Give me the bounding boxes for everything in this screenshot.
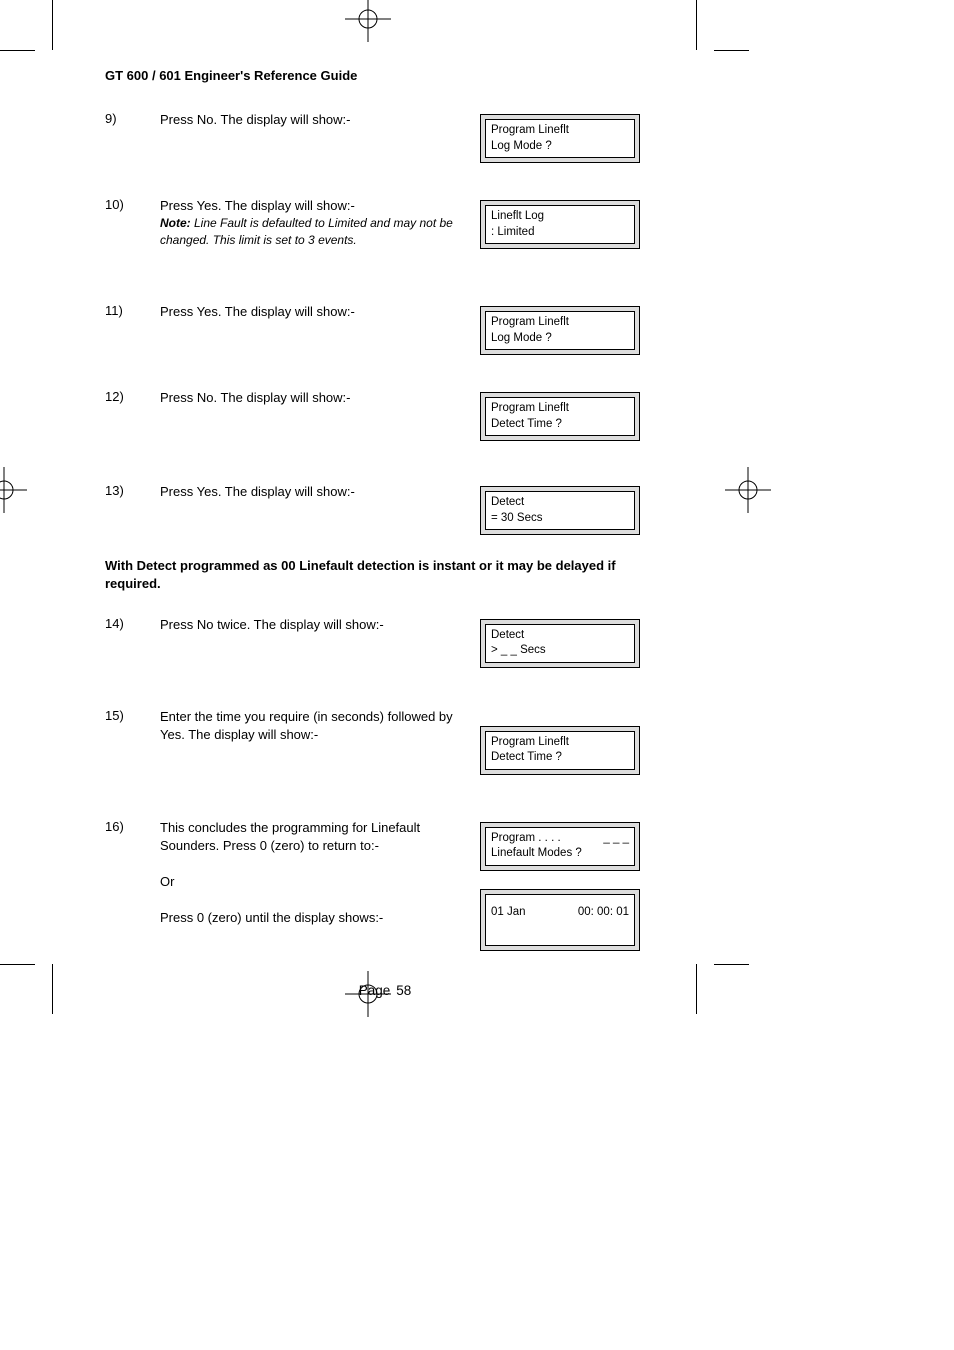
crop-mark bbox=[696, 964, 697, 1014]
lcd-inner: Detect > _ _ Secs bbox=[485, 624, 635, 663]
step-text: Enter the time you require (in seconds) … bbox=[160, 708, 480, 744]
lcd-line: Program Lineflt bbox=[491, 735, 629, 751]
lcd-line: Program . . . . _ _ _ bbox=[491, 831, 629, 847]
note-label: Note: bbox=[160, 216, 191, 230]
lcd-line: 01 Jan 00: 00: 01 bbox=[491, 905, 629, 921]
step-11: 11) Press Yes. The display will show:- P… bbox=[105, 303, 665, 355]
step-instruction-2: Press 0 (zero) until the display shows:- bbox=[160, 909, 480, 927]
page-number-value: 58 bbox=[396, 983, 411, 998]
document-title: GT 600 / 601 Engineer's Reference Guide bbox=[105, 68, 665, 83]
step-12: 12) Press No. The display will show:- Pr… bbox=[105, 389, 665, 441]
step-instruction: Press Yes. The display will show:- bbox=[160, 197, 480, 215]
step-text: Press Yes. The display will show:- Note:… bbox=[160, 197, 480, 249]
page-content: GT 600 / 601 Engineer's Reference Guide … bbox=[105, 68, 665, 998]
step-15: 15) Enter the time you require (in secon… bbox=[105, 708, 665, 775]
step-text: This concludes the programming for Linef… bbox=[160, 819, 480, 928]
step-note: Note: Line Fault is defaulted to Limited… bbox=[160, 215, 480, 249]
lcd-inner: Program . . . . _ _ _ Linefault Modes ? bbox=[485, 827, 635, 866]
lcd-line: Detect Time ? bbox=[491, 750, 629, 766]
mid-note: With Detect programmed as 00 Linefault d… bbox=[105, 557, 665, 593]
lcd-display: 01 Jan 00: 00: 01 bbox=[480, 889, 640, 951]
step-text: Press No twice. The display will show:- bbox=[160, 616, 480, 634]
lcd-text-right: _ _ _ bbox=[603, 831, 629, 847]
step-instruction: This concludes the programming for Linef… bbox=[160, 819, 480, 855]
lcd-display: Detect = 30 Secs bbox=[480, 486, 640, 535]
step-text: Press Yes. The display will show:- bbox=[160, 483, 480, 501]
step-number: 10) bbox=[105, 197, 160, 212]
step-number: 16) bbox=[105, 819, 160, 834]
lcd-inner: Detect = 30 Secs bbox=[485, 491, 635, 530]
crop-mark bbox=[714, 964, 749, 965]
step-14: 14) Press No twice. The display will sho… bbox=[105, 616, 665, 668]
lcd-line: Detect Time ? bbox=[491, 417, 629, 433]
step-number: 11) bbox=[105, 303, 160, 318]
lcd-display: Program Lineflt Log Mode ? bbox=[480, 114, 640, 163]
step-number: 12) bbox=[105, 389, 160, 404]
lcd-display: Program Lineflt Detect Time ? bbox=[480, 392, 640, 441]
registration-mark-icon bbox=[345, 0, 391, 42]
lcd-inner: 01 Jan 00: 00: 01 bbox=[485, 894, 635, 946]
lcd-display: Program Lineflt Detect Time ? bbox=[480, 726, 640, 775]
step-13: 13) Press Yes. The display will show:- D… bbox=[105, 483, 665, 535]
step-16: 16) This concludes the programming for L… bbox=[105, 819, 665, 969]
lcd-line: Linefault Modes ? bbox=[491, 846, 629, 862]
note-text: Line Fault is defaulted to Limited and m… bbox=[160, 216, 453, 247]
lcd-line: Log Mode ? bbox=[491, 331, 629, 347]
crop-mark bbox=[52, 0, 53, 50]
lcd-inner: Program Lineflt Detect Time ? bbox=[485, 731, 635, 770]
crop-mark bbox=[714, 50, 749, 51]
step-text: Press No. The display will show:- bbox=[160, 111, 480, 129]
lcd-inner: Program Lineflt Log Mode ? bbox=[485, 311, 635, 350]
lcd-line: Detect bbox=[491, 495, 629, 511]
registration-mark-icon bbox=[0, 467, 27, 513]
step-9: 9) Press No. The display will show:- Pro… bbox=[105, 111, 665, 163]
lcd-line: Log Mode ? bbox=[491, 139, 629, 155]
lcd-text-left: 01 Jan bbox=[491, 905, 526, 921]
step-number: 14) bbox=[105, 616, 160, 631]
step-number: 9) bbox=[105, 111, 160, 126]
lcd-inner: Program Lineflt Detect Time ? bbox=[485, 397, 635, 436]
lcd-display: Program . . . . _ _ _ Linefault Modes ? bbox=[480, 822, 640, 871]
step-or: Or bbox=[160, 873, 480, 891]
crop-mark bbox=[52, 964, 53, 1014]
lcd-text-left: Program . . . . bbox=[491, 831, 561, 847]
lcd-line: : Limited bbox=[491, 225, 629, 241]
crop-mark bbox=[0, 50, 35, 51]
lcd-display: Detect > _ _ Secs bbox=[480, 619, 640, 668]
step-number: 15) bbox=[105, 708, 160, 723]
step-text: Press Yes. The display will show:- bbox=[160, 303, 480, 321]
lcd-line: Program Lineflt bbox=[491, 123, 629, 139]
lcd-inner: Program Lineflt Log Mode ? bbox=[485, 119, 635, 158]
step-text: Press No. The display will show:- bbox=[160, 389, 480, 407]
lcd-line: Program Lineflt bbox=[491, 315, 629, 331]
lcd-text-right: 00: 00: 01 bbox=[578, 905, 629, 921]
crop-mark bbox=[696, 0, 697, 50]
page-number: Page 58 bbox=[105, 983, 665, 998]
lcd-stack: Program . . . . _ _ _ Linefault Modes ? … bbox=[480, 819, 640, 969]
lcd-display: Lineflt Log : Limited bbox=[480, 200, 640, 249]
lcd-line: Program Lineflt bbox=[491, 401, 629, 417]
lcd-line: = 30 Secs bbox=[491, 511, 629, 527]
step-10: 10) Press Yes. The display will show:- N… bbox=[105, 197, 665, 249]
lcd-line: Detect bbox=[491, 628, 629, 644]
registration-mark-icon bbox=[725, 467, 771, 513]
step-number: 13) bbox=[105, 483, 160, 498]
lcd-inner: Lineflt Log : Limited bbox=[485, 205, 635, 244]
crop-mark bbox=[0, 964, 35, 965]
lcd-line: > _ _ Secs bbox=[491, 643, 629, 659]
page-label: Page bbox=[359, 983, 391, 998]
lcd-line: Lineflt Log bbox=[491, 209, 629, 225]
lcd-display: Program Lineflt Log Mode ? bbox=[480, 306, 640, 355]
